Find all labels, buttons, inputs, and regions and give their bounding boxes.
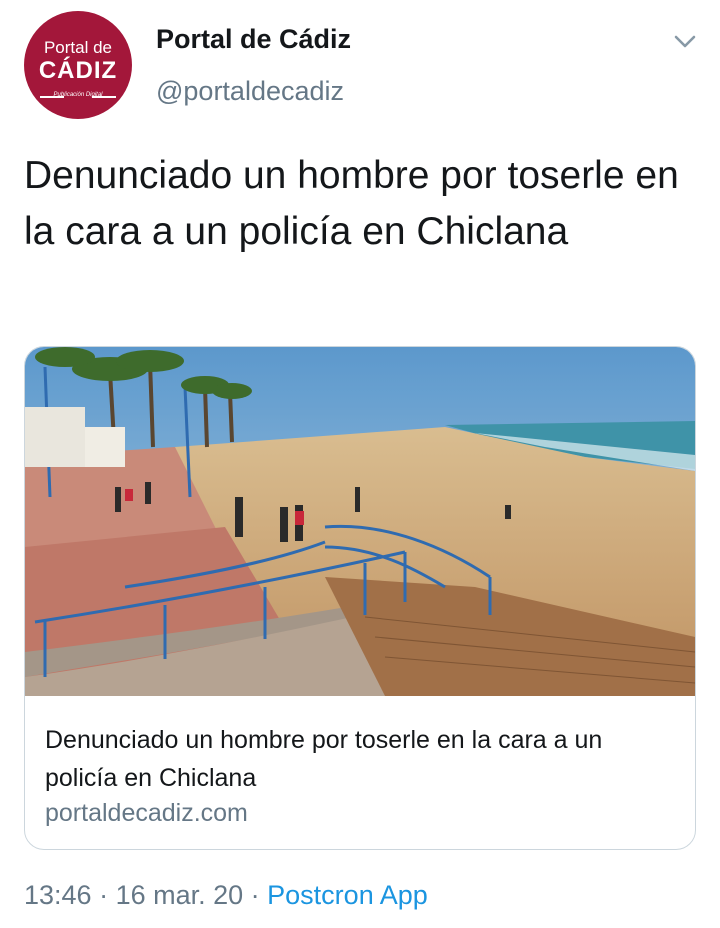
avatar-line-3: Publicación Digital <box>53 92 103 98</box>
tweet-date: 16 mar. 20 <box>115 880 244 910</box>
tweet-meta: 13:46 · 16 mar. 20 · Postcron App <box>24 880 428 911</box>
card-title[interactable]: Denunciado un hombre por toserle en la c… <box>45 721 675 797</box>
display-name[interactable]: Portal de Cádiz <box>156 24 351 55</box>
meta-separator: · <box>243 880 268 910</box>
avatar[interactable]: Portal de CÁDIZ Publicación Digital <box>24 11 132 119</box>
meta-separator: · <box>91 880 116 910</box>
avatar-line-1: Portal de <box>43 38 113 57</box>
card-domain[interactable]: portaldecadiz.com <box>45 799 248 828</box>
tweet-time: 13:46 <box>24 880 92 910</box>
source-app-link[interactable]: Postcron App <box>267 880 428 910</box>
avatar-line-2: CÁDIZ <box>38 57 118 84</box>
beach-promenade-photo[interactable] <box>25 347 695 696</box>
user-handle[interactable]: @portaldecadiz <box>156 76 344 107</box>
chevron-down-icon[interactable] <box>672 28 698 54</box>
link-card[interactable]: Denunciado un hombre por toserle en la c… <box>24 346 696 850</box>
tweet-text: Denunciado un hombre por toserle en la c… <box>24 154 679 253</box>
